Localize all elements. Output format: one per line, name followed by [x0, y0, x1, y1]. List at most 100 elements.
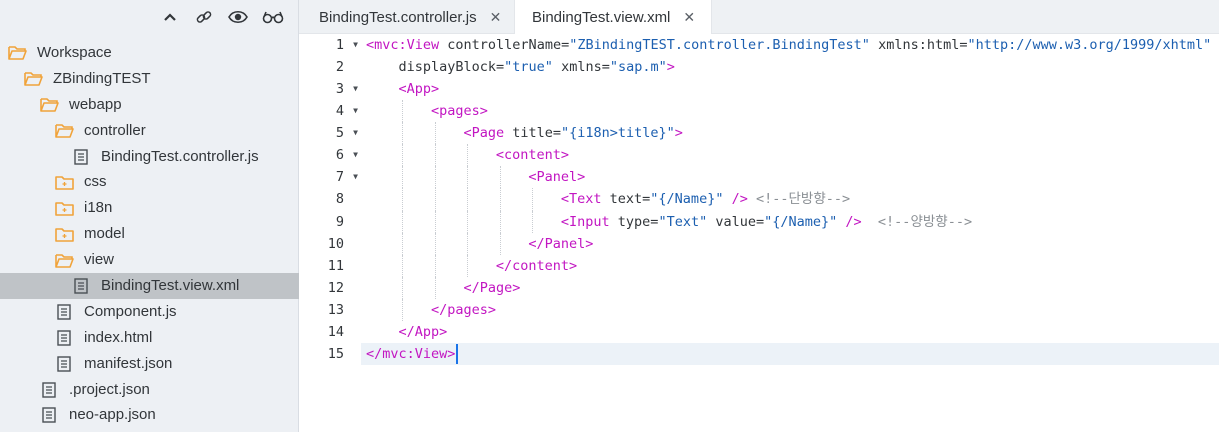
indent-guide — [467, 166, 469, 189]
code-token: "{i18n>title}" — [560, 125, 675, 142]
indent-guide — [402, 254, 404, 277]
line-number: 15 — [299, 343, 361, 365]
tree-item[interactable]: controller — [0, 118, 299, 144]
code-token: <content> — [495, 147, 570, 164]
tree-item[interactable]: Component.js — [0, 299, 299, 325]
indent-guide — [402, 276, 404, 299]
link-icon[interactable] — [192, 5, 216, 29]
tree-item[interactable]: webapp — [0, 92, 299, 118]
code-token: xmlns= — [552, 59, 610, 76]
folder-open-icon — [55, 251, 75, 269]
code-line[interactable]: displayBlock="true" xmlns="sap.m"> — [366, 56, 675, 78]
tree-item-label: index.html — [84, 328, 153, 346]
indent-guide — [402, 232, 404, 255]
close-icon[interactable]: ✕ — [490, 9, 502, 26]
line-number: 9 — [299, 211, 361, 233]
line-number: 5 ▼ — [299, 122, 361, 144]
tab-binding-test-controller-js[interactable]: BindingTest.controller.js ✕ — [319, 0, 501, 34]
code-token: </mvc:View> — [366, 345, 456, 362]
close-icon[interactable]: ✕ — [683, 9, 695, 26]
code-token: <Panel> — [528, 169, 586, 186]
line-number: 4 ▼ — [299, 100, 361, 122]
file-tree: Workspace ZBindingTEST webapp controller Bin… — [0, 40, 299, 428]
tree-item[interactable]: index.html — [0, 325, 299, 351]
code-line[interactable]: <mvc:View controllerName="ZBindingTEST.c… — [366, 34, 1211, 56]
tree-item-label: i18n — [84, 199, 113, 217]
fold-arrow-icon[interactable]: ▼ — [353, 34, 358, 56]
fold-arrow-icon[interactable]: ▼ — [353, 144, 358, 166]
file-icon — [72, 277, 92, 295]
tree-item-label: ZBindingTEST — [53, 69, 151, 87]
code-token: "http://www.w3.org/1999/xhtml" — [967, 37, 1212, 53]
code-line[interactable]: </App> — [398, 321, 447, 343]
code-area[interactable]: <mvc:View controllerName="ZBindingTEST.c… — [361, 34, 1219, 432]
indent-guide — [402, 166, 404, 189]
current-line-highlight — [361, 342, 1219, 365]
collapse-icon[interactable] — [158, 5, 182, 29]
code-token: > — [674, 125, 683, 142]
tree-item[interactable]: .project.json — [0, 377, 299, 403]
code-token: "{/Name}" — [650, 191, 724, 208]
line-number-text: 6 — [335, 147, 344, 164]
code-line[interactable]: <Panel> — [528, 166, 585, 188]
fold-arrow-icon[interactable]: ▼ — [353, 122, 358, 144]
code-token: </App> — [398, 323, 448, 340]
indent-guide — [499, 210, 501, 233]
tree-item[interactable]: BindingTest.controller.js — [0, 144, 299, 170]
code-token: "{/Name}" — [764, 213, 838, 230]
tree-item[interactable]: ZBindingTEST — [0, 66, 299, 92]
indent-guide — [434, 188, 436, 211]
code-token: "true" — [504, 59, 553, 76]
code-token: </content> — [495, 257, 578, 274]
folder-open-icon — [24, 70, 44, 88]
tree-item[interactable]: BindingTest.view.xml — [0, 273, 299, 299]
code-line[interactable]: </content> — [496, 255, 577, 277]
line-number-text: 8 — [335, 191, 344, 208]
code-line[interactable]: <pages> — [431, 100, 488, 122]
line-number: 12 — [299, 277, 361, 299]
line-number-text: 14 — [327, 323, 344, 340]
glasses-icon[interactable] — [261, 5, 285, 29]
code-token: displayBlock= — [366, 59, 505, 76]
code-token: xmlns:html= — [869, 37, 968, 53]
tree-item[interactable]: model — [0, 221, 299, 247]
eye-icon[interactable] — [226, 5, 250, 29]
fold-arrow-icon[interactable]: ▼ — [353, 78, 358, 100]
line-number-text: 1 — [335, 37, 344, 53]
code-line[interactable]: <Page title="{i18n>title}"> — [463, 122, 682, 144]
code-line[interactable]: </pages> — [431, 299, 496, 321]
code-token: /> — [837, 213, 862, 230]
fold-arrow-icon[interactable]: ▼ — [353, 100, 358, 122]
line-number: 11 — [299, 255, 361, 277]
tree-item[interactable]: Workspace — [0, 40, 299, 66]
tree-item-label: Component.js — [84, 302, 177, 320]
indent-guide — [499, 188, 501, 211]
code-line[interactable]: </mvc:View> — [366, 343, 455, 365]
tab-binding-test-view-xml[interactable]: BindingTest.view.xml ✕ — [514, 0, 713, 35]
tree-item[interactable]: neo-app.json — [0, 402, 299, 428]
tree-item[interactable]: i18n — [0, 195, 299, 221]
indent-guide — [532, 210, 534, 233]
indent-guide — [434, 210, 436, 233]
tree-item[interactable]: manifest.json — [0, 351, 299, 377]
code-token: > — [666, 59, 675, 76]
indent-guide — [434, 166, 436, 189]
code-editor[interactable]: 1 ▼ 2 3 ▼ 4 ▼ 5 ▼ 6 ▼ 7 ▼ 8 9 10 11 12 13 14 15 <mvc:View co… — [299, 34, 1219, 432]
tree-item[interactable]: view — [0, 247, 299, 273]
indent-guide — [467, 210, 469, 233]
indent-guide — [402, 298, 404, 321]
tab-label: BindingTest.view.xml — [532, 9, 671, 26]
line-number: 10 — [299, 233, 361, 255]
code-line[interactable]: <Text text="{/Name}" /> <!--단방향--> — [561, 188, 850, 210]
fold-arrow-icon[interactable]: ▼ — [353, 166, 358, 188]
code-line[interactable]: <App> — [398, 78, 439, 100]
code-line[interactable]: </Panel> — [528, 233, 593, 255]
tree-item[interactable]: css — [0, 169, 299, 195]
code-line[interactable]: <Input type="Text" value="{/Name}" /> <!… — [561, 211, 972, 233]
code-token: <!--단방향--> — [747, 191, 851, 208]
code-line[interactable]: <content> — [496, 144, 569, 166]
indent-guide — [402, 122, 404, 145]
code-line[interactable]: </Page> — [463, 277, 520, 299]
indent-guide — [434, 276, 436, 299]
line-number: 8 — [299, 188, 361, 210]
